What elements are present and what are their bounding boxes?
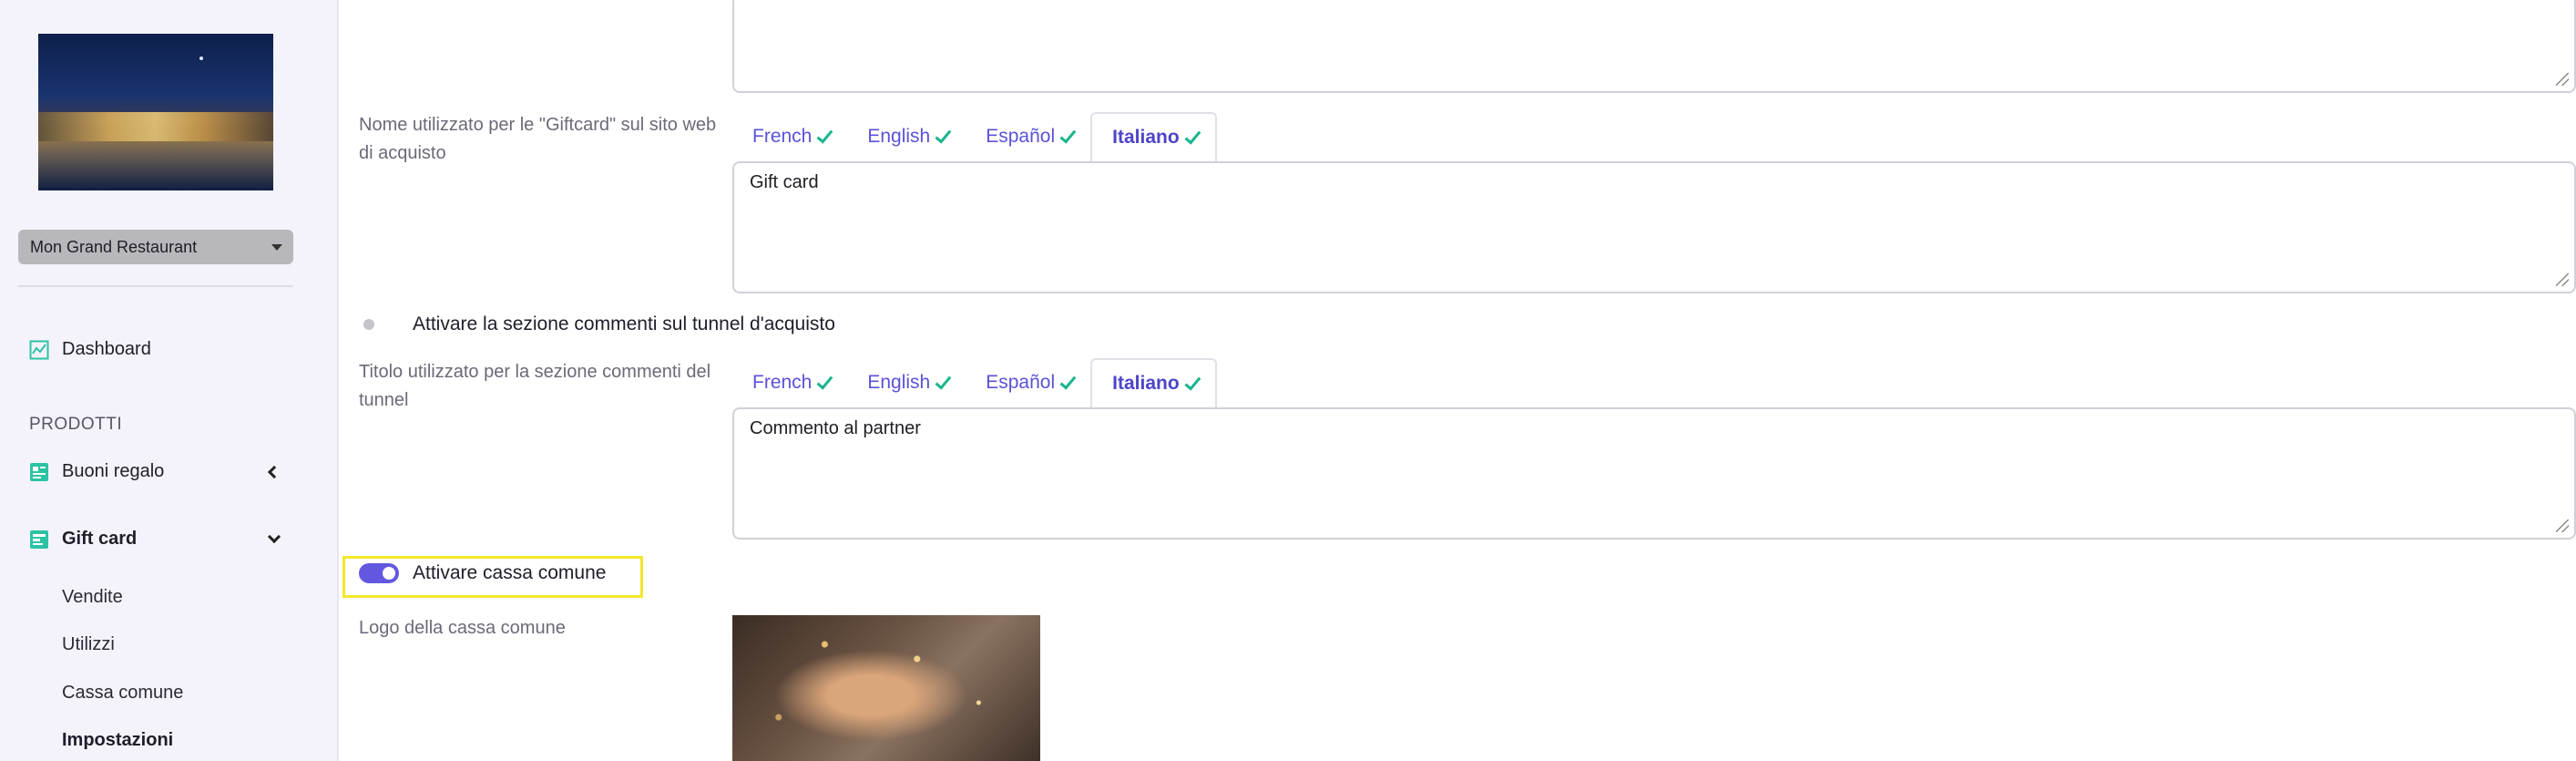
gift-card-icon	[30, 530, 48, 549]
giftcard-name-label: Nome utilizzato per le "Giftcard" sul si…	[359, 115, 717, 163]
sidebar-item-buoni-regalo[interactable]: Buoni regalo	[29, 461, 164, 482]
comments-title-language-tabs: French English Español Italiano	[732, 358, 1217, 407]
caret-down-icon	[271, 243, 282, 251]
tab-espanol[interactable]: Español	[966, 358, 1090, 407]
sidebar: Mon Grand Restaurant Dashboard PRODOTTI …	[0, 0, 339, 761]
shared-pot-toggle-label: Attivare cassa comune	[413, 562, 607, 583]
comments-toggle-row: Attivare la sezione commenti sul tunnel …	[359, 314, 835, 335]
giftcard-name-value: Gift card	[750, 172, 819, 192]
tab-label: English	[867, 372, 931, 393]
tab-label: English	[867, 126, 931, 147]
tab-label: Italiano	[1112, 127, 1180, 148]
sidebar-subitem-cassa-comune[interactable]: Cassa comune	[62, 683, 183, 704]
sidebar-item-label: Gift card	[62, 529, 138, 549]
check-icon	[1184, 373, 1201, 391]
resize-handle-icon[interactable]	[2556, 73, 2569, 86]
check-icon	[816, 372, 833, 390]
check-icon	[935, 126, 952, 144]
restaurant-select-value: Mon Grand Restaurant	[30, 237, 198, 256]
sidebar-subitem-impostazioni[interactable]: Impostazioni	[62, 730, 173, 751]
sidebar-divider	[18, 285, 293, 287]
tab-label: French	[752, 372, 813, 393]
sidebar-item-label: Dashboard	[62, 339, 151, 359]
sidebar-item-gift-card[interactable]: Gift card	[29, 529, 137, 550]
tab-french[interactable]: French	[732, 112, 847, 161]
comments-toggle[interactable]	[359, 314, 399, 334]
chevron-down-icon[interactable]	[267, 530, 281, 544]
comments-title-textarea[interactable]: Commento al partner	[732, 407, 2576, 540]
previous-textarea[interactable]	[732, 0, 2576, 93]
chart-line-icon	[29, 340, 49, 359]
comments-title-value: Commento al partner	[750, 418, 921, 438]
giftcard-name-language-tabs: French English Español Italiano	[732, 112, 1217, 161]
restaurant-select[interactable]: Mon Grand Restaurant	[18, 230, 293, 264]
shared-pot-toggle[interactable]	[359, 563, 399, 583]
giftcard-name-textarea[interactable]: Gift card	[732, 161, 2576, 293]
tab-label: Italiano	[1112, 373, 1180, 394]
tab-espanol[interactable]: Español	[966, 112, 1090, 161]
tab-italiano[interactable]: Italiano	[1090, 358, 1217, 407]
shared-pot-toggle-row: Attivare cassa comune	[359, 562, 606, 584]
tab-italiano[interactable]: Italiano	[1090, 112, 1217, 161]
tab-french[interactable]: French	[732, 358, 847, 407]
restaurant-logo-image	[38, 34, 273, 190]
sidebar-subitem-utilizzi[interactable]: Utilizzi	[62, 634, 115, 655]
sidebar-item-dashboard[interactable]: Dashboard	[29, 339, 151, 360]
shared-pot-logo-image[interactable]	[732, 615, 1040, 761]
comments-title-label: Titolo utilizzato per la sezione comment…	[359, 362, 711, 410]
tab-english[interactable]: English	[847, 112, 966, 161]
chevron-left-icon[interactable]	[267, 465, 281, 479]
section-label-products: PRODOTTI	[29, 415, 123, 434]
check-icon	[1184, 127, 1201, 145]
tab-label: French	[752, 126, 813, 147]
check-icon	[935, 372, 952, 390]
gift-voucher-icon	[30, 462, 48, 481]
comments-toggle-label: Attivare la sezione commenti sul tunnel …	[413, 314, 835, 334]
resize-handle-icon[interactable]	[2556, 273, 2569, 286]
check-icon	[1059, 372, 1077, 390]
sidebar-subitem-vendite[interactable]: Vendite	[62, 587, 123, 608]
resize-handle-icon[interactable]	[2556, 519, 2569, 532]
sidebar-item-label: Buoni regalo	[62, 461, 165, 481]
tab-english[interactable]: English	[847, 358, 966, 407]
check-icon	[1059, 126, 1077, 144]
check-icon	[816, 126, 833, 144]
tab-label: Español	[986, 126, 1056, 147]
tab-label: Español	[986, 372, 1056, 393]
shared-pot-logo-label: Logo della cassa comune	[359, 618, 566, 638]
